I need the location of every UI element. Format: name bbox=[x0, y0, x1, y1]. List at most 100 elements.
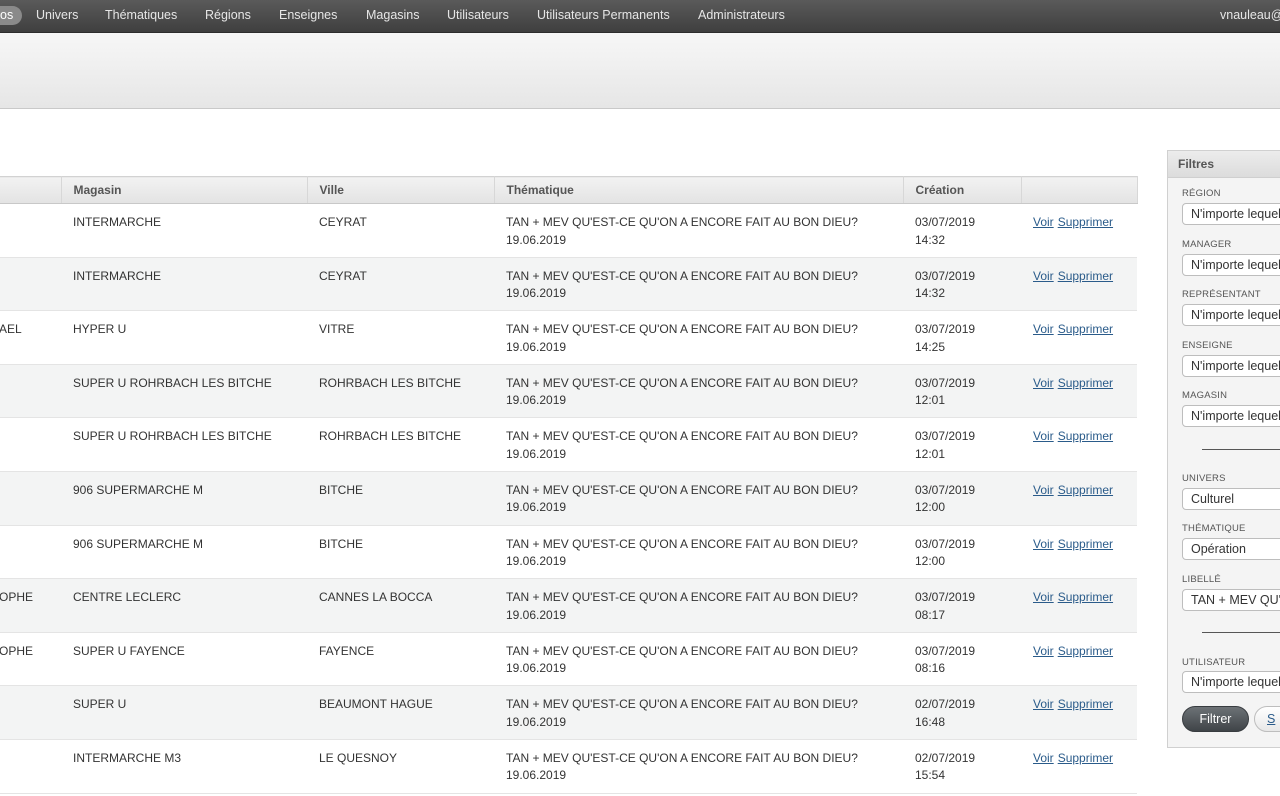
row-magasin: SUPER U ROHRBACH LES BITCHE bbox=[61, 417, 307, 472]
representant-label: Représentant bbox=[1182, 289, 1261, 300]
delete-link[interactable]: Supprimer bbox=[1058, 697, 1113, 711]
row-thematique: TAN + MEV QU'EST-CE QU'ON A ENCORE FAIT … bbox=[494, 257, 903, 312]
nav-item-utilisateurs[interactable]: Utilisateurs bbox=[447, 0, 509, 32]
nav-item-utilisateurs-permanents[interactable]: Utilisateurs Permanents bbox=[537, 0, 670, 32]
row-first-cell bbox=[0, 417, 61, 472]
view-link[interactable]: Voir bbox=[1033, 590, 1054, 604]
delete-link[interactable]: Supprimer bbox=[1058, 269, 1113, 283]
delete-link[interactable]: Supprimer bbox=[1058, 483, 1113, 497]
user-menu[interactable]: vnauleau@ bbox=[1220, 0, 1280, 32]
column-header-magasin[interactable]: Magasin bbox=[61, 176, 308, 204]
column-header-first[interactable] bbox=[0, 176, 62, 204]
libelle-select[interactable]: TAN + MEV QU'EST-CE QU'ON A ENCORE FAIT … bbox=[1182, 589, 1280, 611]
nav-item-active[interactable]: os bbox=[0, 6, 23, 25]
row-creation-date: 03/07/2019 bbox=[915, 482, 976, 497]
view-link[interactable]: Voir bbox=[1033, 537, 1054, 551]
delete-link[interactable]: Supprimer bbox=[1058, 322, 1113, 336]
results-table: Magasin Ville Thématique Création INTERM… bbox=[0, 176, 1138, 794]
column-header-ville[interactable]: Ville bbox=[307, 176, 495, 204]
view-link[interactable]: Voir bbox=[1033, 644, 1054, 658]
region-select[interactable]: N'importe lequel bbox=[1182, 203, 1280, 225]
column-header-thematique[interactable]: Thématique bbox=[494, 176, 904, 204]
filter-button[interactable]: Filtrer bbox=[1182, 706, 1249, 732]
table-row: OPHE SUPER U FAYENCE FAYENCE TAN + MEV QU'E… bbox=[0, 632, 1137, 687]
row-creation: 02/07/2019 15:54 bbox=[903, 739, 1021, 794]
table-row: 906 SUPERMARCHE M BITCHE TAN + MEV QU'EST-… bbox=[0, 525, 1137, 580]
view-link[interactable]: Voir bbox=[1033, 322, 1054, 336]
view-link[interactable]: Voir bbox=[1033, 483, 1054, 497]
libelle-label: Libellé bbox=[1182, 574, 1221, 585]
row-creation-time: 12:00 bbox=[915, 554, 946, 569]
univers-select[interactable]: Culturel bbox=[1182, 488, 1280, 510]
view-link[interactable]: Voir bbox=[1033, 215, 1054, 229]
row-creation-time: 14:32 bbox=[915, 232, 946, 247]
row-thematique: TAN + MEV QU'EST-CE QU'ON A ENCORE FAIT … bbox=[494, 310, 903, 365]
column-header-creation[interactable]: Création bbox=[903, 176, 1022, 204]
row-thematique: TAN + MEV QU'EST-CE QU'ON A ENCORE FAIT … bbox=[494, 203, 903, 258]
row-creation-date: 03/07/2019 bbox=[915, 536, 976, 551]
row-actions: Voir Supprimer bbox=[1021, 364, 1137, 419]
table-row: SUPER U ROHRBACH LES BITCHE ROHRBACH LES … bbox=[0, 417, 1137, 472]
row-actions: Voir Supprimer bbox=[1021, 525, 1137, 580]
table-row: AEL HYPER U VITRE TAN + MEV QU'EST-CE QU'ON… bbox=[0, 310, 1137, 365]
row-first-cell bbox=[0, 525, 61, 580]
row-creation-date: 02/07/2019 bbox=[915, 750, 976, 765]
delete-link[interactable]: Supprimer bbox=[1058, 376, 1113, 390]
table-row: INTERMARCHE CEYRAT TAN + MEV QU'EST-CE QU'… bbox=[0, 257, 1137, 312]
row-creation: 03/07/2019 14:32 bbox=[903, 257, 1021, 312]
view-link[interactable]: Voir bbox=[1033, 751, 1054, 765]
view-link[interactable]: Voir bbox=[1033, 429, 1054, 443]
magasin-label: Magasin bbox=[1182, 390, 1228, 401]
enseigne-select[interactable]: N'importe lequel bbox=[1182, 355, 1280, 377]
row-magasin: INTERMARCHE bbox=[61, 257, 307, 312]
row-creation-date: 02/07/2019 bbox=[915, 697, 976, 712]
delete-link[interactable]: Supprimer bbox=[1058, 590, 1113, 604]
thematique-select[interactable]: Opération bbox=[1182, 538, 1280, 560]
row-first-cell: AEL bbox=[0, 310, 61, 365]
delete-link[interactable]: Supprimer bbox=[1058, 644, 1113, 658]
representant-select[interactable]: N'importe lequel bbox=[1182, 304, 1280, 326]
separator bbox=[1202, 449, 1280, 450]
nav-item-enseignes[interactable]: Enseignes bbox=[279, 0, 337, 32]
nav-item-administrateurs[interactable]: Administrateurs bbox=[698, 0, 785, 32]
row-ville: LE QUESNOY bbox=[307, 739, 494, 794]
row-actions: Voir Supprimer bbox=[1021, 203, 1137, 258]
utilisateur-select[interactable]: N'importe lequel bbox=[1182, 671, 1280, 693]
row-first-cell bbox=[0, 203, 61, 258]
nav-item-univers[interactable]: Univers bbox=[36, 0, 78, 32]
row-ville: BEAUMONT HAGUE bbox=[307, 685, 494, 740]
manager-label: Manager bbox=[1182, 239, 1232, 250]
delete-link[interactable]: Supprimer bbox=[1058, 537, 1113, 551]
view-link[interactable]: Voir bbox=[1033, 697, 1054, 711]
manager-select[interactable]: N'importe lequel bbox=[1182, 254, 1280, 276]
row-first-cell bbox=[0, 685, 61, 740]
nav-item-magasins[interactable]: Magasins bbox=[366, 0, 420, 32]
row-creation: 03/07/2019 08:17 bbox=[903, 578, 1021, 633]
row-magasin: 906 SUPERMARCHE M bbox=[61, 471, 307, 526]
nav-item-regions[interactable]: Régions bbox=[205, 0, 251, 32]
table-row: INTERMARCHE CEYRAT TAN + MEV QU'EST-CE QU'… bbox=[0, 203, 1137, 258]
row-creation-date: 03/07/2019 bbox=[915, 429, 976, 444]
row-creation-time: 08:16 bbox=[915, 661, 946, 676]
row-creation: 03/07/2019 12:00 bbox=[903, 525, 1021, 580]
row-thematique: TAN + MEV QU'EST-CE QU'ON A ENCORE FAIT … bbox=[494, 471, 903, 526]
delete-link[interactable]: Supprimer bbox=[1058, 429, 1113, 443]
delete-link[interactable]: Supprimer bbox=[1058, 751, 1113, 765]
row-ville: ROHRBACH LES BITCHE bbox=[307, 364, 494, 419]
delete-link[interactable]: Supprimer bbox=[1058, 215, 1113, 229]
nav-item-thematiques[interactable]: Thématiques bbox=[105, 0, 177, 32]
row-creation-time: 15:54 bbox=[915, 768, 946, 783]
filters-panel: Filtres Région N'importe lequel Manager … bbox=[1167, 150, 1280, 748]
table-row: OPHE CENTRE LECLERC CANNES LA BOCCA TAN + M… bbox=[0, 578, 1137, 633]
view-link[interactable]: Voir bbox=[1033, 376, 1054, 390]
row-magasin: INTERMARCHE M3 bbox=[61, 739, 307, 794]
separator bbox=[1202, 632, 1280, 633]
row-first-cell: OPHE bbox=[0, 578, 61, 633]
row-magasin: SUPER U FAYENCE bbox=[61, 632, 307, 687]
magasin-select[interactable]: N'importe lequel bbox=[1182, 405, 1280, 427]
region-label: Région bbox=[1182, 188, 1221, 199]
row-first-cell bbox=[0, 257, 61, 312]
reset-button[interactable]: S bbox=[1254, 706, 1280, 732]
results-table-container: Magasin Ville Thématique Création INTERM… bbox=[0, 176, 1138, 794]
view-link[interactable]: Voir bbox=[1033, 269, 1054, 283]
